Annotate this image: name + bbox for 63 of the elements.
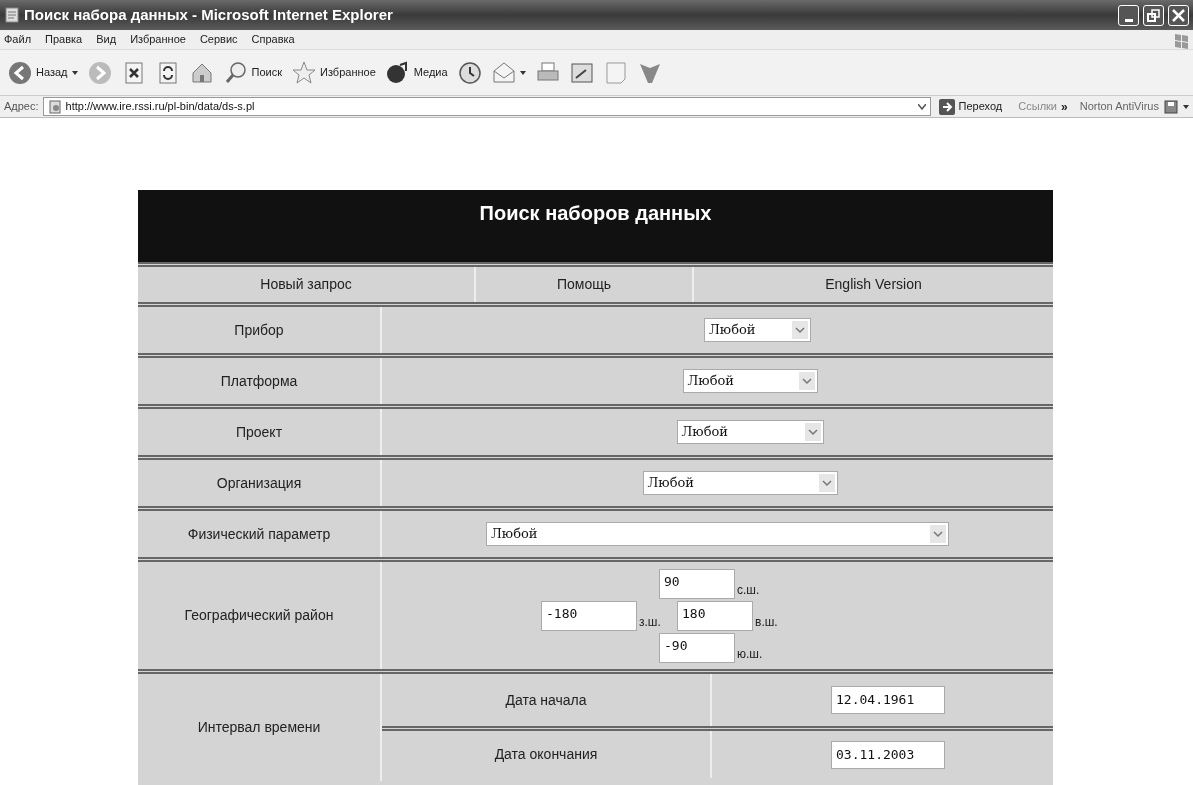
minimize-icon bbox=[1124, 18, 1133, 22]
restore-icon bbox=[1147, 8, 1160, 22]
field-label: Географический район bbox=[184, 606, 334, 625]
dropdown[interactable]: Любой bbox=[676, 420, 824, 444]
unit-label: ю.ш. bbox=[736, 645, 764, 663]
toolbar-addon-label[interactable]: Norton AntiVirus bbox=[1079, 98, 1159, 115]
nav-link[interactable]: Помощь bbox=[556, 274, 612, 295]
page-heading: Поиск наборов данных bbox=[479, 201, 712, 226]
date-input[interactable]: 03.11.2003 bbox=[831, 740, 945, 769]
coordinate-input[interactable]: -180 bbox=[541, 600, 637, 631]
field-label: Прибор bbox=[234, 320, 284, 340]
menu-item[interactable]: Файл bbox=[4, 31, 32, 48]
field-label: Проект bbox=[235, 422, 283, 442]
dropdown[interactable]: Любой bbox=[486, 522, 949, 546]
field-label: Платформа bbox=[220, 371, 298, 391]
field-label: Дата начала bbox=[505, 690, 587, 710]
minimize-button[interactable] bbox=[1118, 4, 1139, 26]
history-icon bbox=[457, 60, 482, 85]
menu-item[interactable]: Вид bbox=[96, 31, 117, 48]
chevron-button[interactable]: » bbox=[1061, 97, 1068, 116]
menu-item[interactable]: Избранное bbox=[130, 31, 186, 48]
favorites-button[interactable]: Избранное bbox=[292, 55, 376, 90]
field-label: Физический параметр bbox=[187, 524, 331, 544]
restore-button[interactable] bbox=[1143, 4, 1164, 26]
menu-item[interactable]: Сервис bbox=[199, 31, 238, 48]
menu-item[interactable]: Правка bbox=[45, 31, 83, 48]
arrow-icon bbox=[938, 98, 955, 115]
close-icon bbox=[1172, 8, 1185, 22]
envelope-icon bbox=[491, 60, 516, 85]
media-button[interactable]: Медиа bbox=[385, 55, 448, 90]
field-label: Дата окончания bbox=[494, 745, 598, 764]
back-button[interactable]: Назад bbox=[8, 55, 78, 90]
unit-label: з.ш. bbox=[638, 613, 662, 631]
dropdown[interactable]: Любой bbox=[642, 471, 838, 495]
media-icon bbox=[385, 60, 410, 85]
nav-link[interactable]: English Version bbox=[825, 274, 922, 295]
search-button[interactable]: Поиск bbox=[223, 55, 282, 90]
window-title: Поиск набора данных - Microsoft Internet Explorer bbox=[24, 4, 394, 25]
field-label: Интервал времени bbox=[197, 718, 321, 737]
menu-item[interactable]: Справка bbox=[251, 31, 295, 48]
dropdown-arrow-icon bbox=[71, 70, 78, 75]
dropdown[interactable]: Любой bbox=[704, 318, 811, 342]
dropdown-arrow-icon bbox=[519, 70, 526, 75]
page-icon bbox=[4, 7, 20, 23]
unit-label: с.ш. bbox=[736, 581, 761, 599]
nav-link[interactable]: Новый запрос bbox=[260, 274, 352, 295]
go-button[interactable]: Переход bbox=[934, 98, 1007, 115]
dropdown[interactable]: Любой bbox=[682, 369, 818, 393]
date-input[interactable]: 12.04.1961 bbox=[831, 686, 945, 714]
coordinate-input[interactable]: 180 bbox=[677, 600, 753, 631]
dropdown-arrow-icon bbox=[1183, 104, 1189, 109]
note-icon bbox=[603, 60, 628, 85]
coordinate-input[interactable]: 90 bbox=[659, 568, 735, 599]
coordinate-input[interactable]: -90 bbox=[659, 632, 735, 663]
field-label: Организация bbox=[216, 473, 302, 493]
address-label: Адрес: bbox=[4, 99, 39, 115]
star-icon bbox=[292, 60, 316, 85]
edit-icon bbox=[569, 60, 594, 85]
unit-label: в.ш. bbox=[754, 613, 779, 631]
address-field[interactable]: http://www.ire.rssi.ru/pl-bin/data/ds-s.pl bbox=[42, 97, 931, 116]
close-button[interactable] bbox=[1168, 4, 1189, 26]
search-icon bbox=[223, 60, 248, 85]
page-icon bbox=[47, 99, 62, 114]
